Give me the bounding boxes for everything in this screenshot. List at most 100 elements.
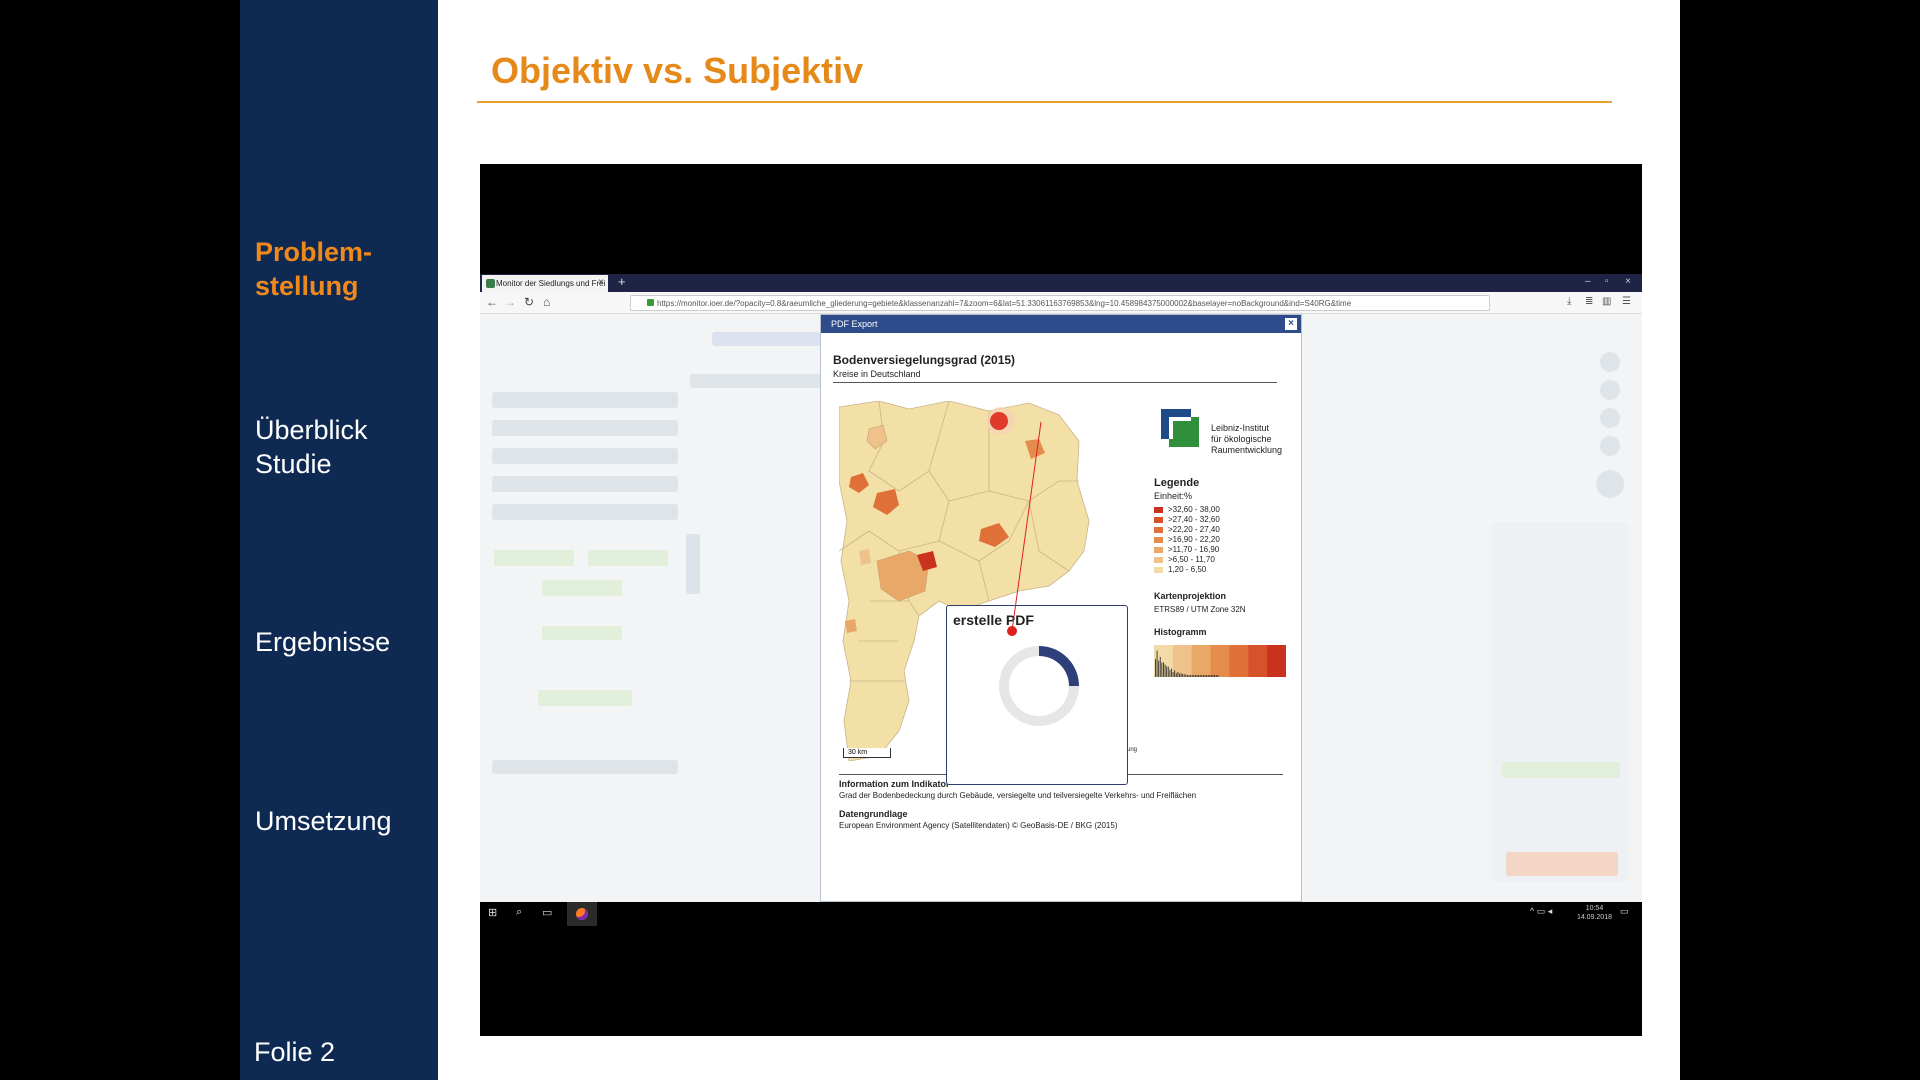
home-icon[interactable]: ⌂ [543,295,550,309]
histogram-bar [1156,650,1158,677]
task-view-icon[interactable]: ▭ [542,906,552,919]
page-number: Folie 2 [254,1037,336,1067]
histogram-bar [1188,674,1190,677]
legend-label: >16,90 - 22,20 [1168,535,1220,544]
clock-date: 14.09.2018 [1576,914,1612,921]
faded-menu-item [492,392,678,408]
nav-item-umsetzung[interactable]: Umsetzung [255,804,392,838]
logo-text-line: Leibniz-Institut [1211,423,1270,433]
nav-item-ergebnisse[interactable]: Ergebnisse [255,625,390,659]
new-tab-icon[interactable]: + [618,274,626,289]
title-divider [833,382,1277,383]
video-player[interactable]: Monitor der Siedlungs und Frei × + – ▫ ×… [480,164,1642,1036]
histogram-bar [1206,675,1208,677]
legend-label: >32,60 - 38,00 [1168,505,1220,514]
reload-icon[interactable]: ↻ [524,295,534,309]
nav-item-ueberblick-studie[interactable]: Überblick Studie [255,413,368,481]
progress-popup: erstelle PDF [946,605,1128,785]
histogram-bar [1187,675,1188,677]
browser-tab[interactable]: Monitor der Siedlungs und Frei × [482,275,608,292]
faded-menu-item [492,476,678,492]
histogram-band [1172,645,1193,677]
histogram-bar [1155,659,1156,677]
histogram-bar [1182,674,1184,677]
histogram [1154,645,1286,677]
histogram-bar [1161,662,1163,677]
legend-item: >32,60 - 38,00 [1154,505,1220,514]
histogram-bar [1180,673,1182,677]
nav-label-line2: stellung [255,271,359,301]
tab-title: Monitor der Siedlungs und Frei [496,279,606,288]
legend-item: >16,90 - 22,20 [1154,535,1220,544]
download-icon[interactable]: ⤓ [1567,296,1571,307]
forward-icon[interactable]: → [504,295,516,309]
histogram-bar [1174,670,1176,677]
histogram-band [1191,645,1212,677]
close-window-icon[interactable]: × [1625,276,1631,287]
histogram-bar [1204,675,1206,677]
clock-time: 10:54 [1585,905,1604,912]
sidebar-icon[interactable]: ▥ [1602,296,1611,307]
histogram-bar [1190,675,1192,677]
back-icon[interactable]: ← [486,295,498,309]
histogram-bar [1217,675,1219,677]
close-icon[interactable]: × [1285,318,1297,330]
data-source-text: European Environment Agency (Satellitend… [839,821,1118,830]
histogram-bar [1167,666,1169,677]
windows-start-icon[interactable]: ⊞ [488,906,497,919]
legend-swatch [1154,556,1163,563]
clock[interactable]: 10:54 14.09.2018 [1577,904,1612,922]
system-tray-icon[interactable]: ^ ▭ ◂ [1530,906,1552,917]
histogram-bar [1203,675,1204,677]
histogram-bar [1207,675,1209,677]
histogram-band [1248,645,1268,677]
faded-menu-item [492,760,678,774]
faded-histogram [1506,852,1618,876]
legend-swatch [1154,566,1163,573]
legend-swatch [1154,506,1163,513]
library-icon[interactable]: ≣ [1585,296,1593,307]
histogram-bar [1179,673,1180,677]
nav-item-problemstellung[interactable]: Problem- stellung [255,235,372,303]
minimize-icon[interactable]: – [1585,276,1591,287]
histogram-bar [1183,674,1185,677]
logo-text-line: für ökologische [1211,434,1272,444]
faded-text [690,374,820,388]
projection-value: ETRS89 / UTM Zone 32N [1154,605,1246,614]
info-heading: Information zum Indikator [839,779,950,789]
search-icon[interactable]: ⌕ [516,906,522,919]
faded-map-control [1596,470,1624,498]
histogram-bar [1166,666,1168,677]
histogram-bar [1159,656,1161,677]
nav-label-line1: Überblick [255,415,368,445]
map-region [859,549,871,565]
nav-label: Ergebnisse [255,627,391,657]
data-source-heading: Datengrundlage [839,809,908,819]
histogram-bar [1191,675,1193,677]
faded-button [588,550,668,566]
maximize-icon[interactable]: ▫ [1605,276,1609,287]
legend-swatch [1154,546,1163,553]
menu-icon[interactable]: ☰ [1622,296,1631,307]
url-bar[interactable]: https://monitor.ioer.de/?opacity=0.8&rae… [630,295,1490,311]
nav-label-line2: Studie [255,449,332,479]
ioer-logo-icon [1161,409,1199,447]
histogram-bar [1185,674,1187,677]
legend-label: 1,20 - 6,50 [1168,565,1207,574]
histogram-band [1267,645,1286,677]
histogram-bar [1215,675,1217,677]
dialog-title: PDF Export [831,319,878,329]
faded-legend-panel [1492,522,1628,882]
legend-label: >6,50 - 11,70 [1168,555,1215,564]
legend-item: 1,20 - 6,50 [1154,565,1206,574]
legend-title: Legende [1154,477,1200,489]
favicon-icon [486,279,495,288]
notification-icon[interactable]: ▭ [1620,906,1629,917]
faded-menu-item [492,448,678,464]
legend-label: >11,70 - 16,90 [1168,545,1220,554]
firefox-icon[interactable] [576,908,588,920]
info-text: Grad der Bodenbedeckung durch Gebäude, v… [839,791,1197,800]
legend-label: >27,40 - 32,60 [1168,515,1220,524]
legend-swatch [1154,516,1163,523]
close-tab-icon[interactable]: × [598,277,604,288]
